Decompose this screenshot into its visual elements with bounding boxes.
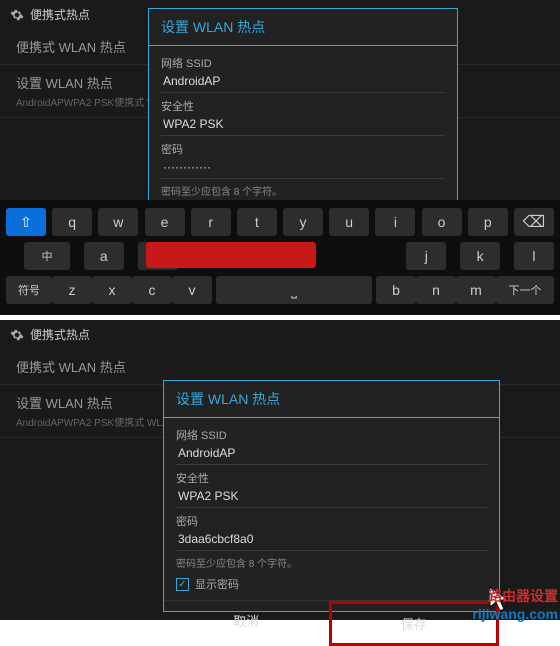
gear-icon [10,8,24,22]
key-b[interactable]: b [376,276,416,304]
password-hint: 密码至少应包含 8 个字符。 [176,555,487,570]
soft-keyboard: ⇧ q w e r t y u i o p ⌫ 中 a s j k l 符 [0,200,560,315]
key-e[interactable]: e [145,208,185,236]
ssid-label: 网络 SSID [176,427,487,443]
watermark-line1: 路由器设置 [472,586,558,606]
ssid-input[interactable]: AndroidAP [161,71,445,93]
watermark: 路由器设置 rijiwang.com [472,586,558,622]
key-x[interactable]: x [92,276,132,304]
security-select[interactable]: WPA2 PSK [176,486,487,508]
key-a[interactable]: a [84,242,124,270]
backspace-key[interactable]: ⌫ [514,208,554,236]
key-o[interactable]: o [422,208,462,236]
show-password-label: 显示密码 [195,576,239,592]
symbols-key[interactable]: 符号 [6,276,52,304]
password-label: 密码 [176,513,487,529]
key-u[interactable]: u [329,208,369,236]
key-v[interactable]: v [172,276,212,304]
redacted-area [146,242,316,268]
key-j[interactable]: j [406,242,446,270]
item-label: 便携式 WLAN 热点 [16,357,544,376]
dialog-title: 设置 WLAN 热点 [149,9,457,46]
key-k[interactable]: k [460,242,500,270]
header-title: 便携式热点 [30,6,90,23]
security-label: 安全性 [161,98,445,114]
key-i[interactable]: i [375,208,415,236]
password-input[interactable]: 3daa6cbcf8a0 [176,529,487,551]
key-l[interactable]: l [514,242,554,270]
security-label: 安全性 [176,470,487,486]
key-p[interactable]: p [468,208,508,236]
password-input[interactable]: ············ [161,157,445,179]
security-select[interactable]: WPA2 PSK [161,114,445,136]
key-r[interactable]: r [191,208,231,236]
settings-header-bottom: 便携式热点 [0,320,560,349]
key-w[interactable]: w [98,208,138,236]
next-key[interactable]: 下一个 [496,276,554,304]
key-m[interactable]: m [456,276,496,304]
key-n[interactable]: n [416,276,456,304]
cancel-button[interactable]: 取消 [164,601,329,646]
key-c[interactable]: c [132,276,172,304]
password-label: 密码 [161,141,445,157]
key-y[interactable]: y [283,208,323,236]
header-title: 便携式热点 [30,326,90,343]
checkbox-icon: ✓ [176,578,189,591]
show-password-row[interactable]: ✓ 显示密码 [176,576,487,592]
ssid-label: 网络 SSID [161,55,445,71]
hotspot-dialog: 设置 WLAN 热点 网络 SSID AndroidAP 安全性 WPA2 PS… [163,380,500,612]
gear-icon [10,328,24,342]
shift-key[interactable]: ⇧ [6,208,46,236]
lang-key[interactable]: 中 [24,242,70,270]
hotspot-dialog: 设置 WLAN 热点 网络 SSID AndroidAP 安全性 WPA2 PS… [148,8,458,208]
key-z[interactable]: z [52,276,92,304]
password-hint: 密码至少应包含 8 个字符。 [161,183,445,198]
space-key[interactable]: ⎵ [216,276,372,304]
key-q[interactable]: q [52,208,92,236]
ssid-input[interactable]: AndroidAP [176,443,487,465]
key-t[interactable]: t [237,208,277,236]
dialog-title: 设置 WLAN 热点 [164,381,499,418]
